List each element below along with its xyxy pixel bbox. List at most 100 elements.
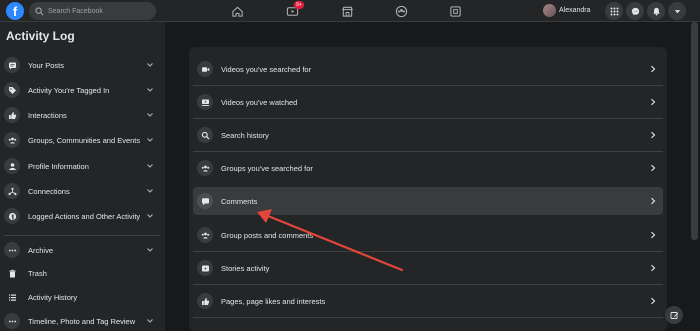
chevron-right-icon bbox=[651, 65, 656, 73]
sidebar-item-label: Interactions bbox=[28, 110, 67, 120]
connections-icon bbox=[4, 183, 20, 199]
row-divider bbox=[193, 118, 663, 119]
search-input[interactable]: Search Facebook bbox=[29, 2, 156, 20]
row-divider bbox=[193, 284, 663, 285]
comment-icon bbox=[197, 193, 213, 209]
groups-icon bbox=[4, 132, 20, 148]
facebook-logo[interactable]: f bbox=[6, 2, 24, 20]
new-message-button[interactable] bbox=[665, 306, 683, 324]
video-search-icon bbox=[197, 61, 213, 77]
trash-icon bbox=[4, 265, 20, 281]
more-icon bbox=[4, 242, 20, 258]
chevron-down-icon bbox=[147, 319, 153, 323]
like-icon bbox=[197, 293, 213, 309]
chevron-right-icon bbox=[651, 297, 656, 305]
sidebar-item-label: Connections bbox=[28, 186, 70, 196]
row-divider bbox=[193, 317, 663, 318]
row-videos-searched[interactable]: Videos you've searched for bbox=[193, 55, 663, 83]
profile-chip[interactable]: Alexandra bbox=[543, 3, 591, 18]
row-label: Pages, page likes and interests bbox=[221, 296, 326, 306]
video-watched-icon bbox=[197, 94, 213, 110]
tag-icon bbox=[4, 82, 20, 98]
sidebar-item-label: Groups, Communities and Events bbox=[28, 135, 141, 145]
sidebar-item-logged-actions[interactable]: Logged Actions and Other Activity bbox=[4, 208, 160, 224]
sidebar-item-label: Trash bbox=[28, 268, 47, 278]
home-icon[interactable] bbox=[227, 3, 247, 19]
posts-icon bbox=[4, 57, 20, 73]
groups-icon[interactable] bbox=[391, 3, 411, 19]
sidebar-item-profile-information[interactable]: Profile Information bbox=[4, 158, 160, 174]
sidebar-item-label: Timeline, Photo and Tag Review bbox=[28, 316, 136, 326]
sidebar-item-groups-communities[interactable]: Groups, Communities and Events bbox=[4, 132, 160, 148]
chevron-down-icon bbox=[147, 248, 153, 252]
sidebar-item-label: Your Posts bbox=[28, 60, 64, 70]
scrollbar[interactable] bbox=[691, 22, 698, 240]
sidebar-item-interactions[interactable]: Interactions bbox=[4, 107, 160, 123]
row-stories-activity[interactable]: Stories activity bbox=[193, 254, 663, 282]
search-icon bbox=[35, 6, 44, 15]
notifications-icon[interactable] bbox=[647, 2, 665, 20]
sidebar-item-trash[interactable]: Trash bbox=[4, 265, 160, 281]
sidebar-item-archive[interactable]: Archive bbox=[4, 242, 160, 258]
row-groups-searched[interactable]: Groups you've searched for bbox=[193, 154, 663, 182]
search-placeholder: Search Facebook bbox=[48, 7, 103, 15]
chevron-down-icon bbox=[147, 88, 153, 92]
sidebar-item-your-posts[interactable]: Your Posts bbox=[4, 57, 160, 73]
chevron-right-icon bbox=[651, 131, 656, 139]
sidebar-item-label: Activity You're Tagged In bbox=[28, 85, 110, 95]
chevron-right-icon bbox=[651, 264, 656, 272]
logged-actions-icon bbox=[4, 208, 20, 224]
account-dropdown-icon[interactable] bbox=[668, 2, 686, 20]
chevron-down-icon bbox=[147, 138, 153, 142]
row-group-posts-comments[interactable]: Group posts and comments bbox=[193, 221, 663, 249]
sidebar-item-label: Logged Actions and Other Activity bbox=[28, 211, 141, 221]
sidebar-item-timeline-review[interactable]: Timeline, Photo and Tag Review bbox=[4, 313, 160, 329]
chevron-down-icon bbox=[147, 63, 153, 67]
groups-icon bbox=[197, 227, 213, 243]
row-label: Comments bbox=[221, 196, 258, 206]
chevron-right-icon bbox=[651, 231, 656, 239]
page-title: Activity Log bbox=[6, 29, 75, 43]
row-divider bbox=[193, 151, 663, 152]
row-divider bbox=[193, 85, 663, 86]
row-label: Groups you've searched for bbox=[221, 163, 313, 173]
chevron-right-icon bbox=[651, 164, 656, 172]
avatar bbox=[543, 4, 556, 17]
groups-icon bbox=[197, 160, 213, 176]
chevron-down-icon bbox=[147, 189, 153, 193]
sidebar-divider bbox=[4, 235, 160, 236]
chevron-down-icon bbox=[147, 164, 153, 168]
menu-grid-icon[interactable] bbox=[605, 2, 623, 20]
search-icon bbox=[197, 127, 213, 143]
row-search-history[interactable]: Search history bbox=[193, 121, 663, 149]
gaming-icon[interactable] bbox=[445, 3, 465, 19]
row-label: Search history bbox=[221, 130, 269, 140]
chevron-right-icon bbox=[651, 98, 656, 106]
chevron-down-icon bbox=[147, 113, 153, 117]
messenger-icon[interactable] bbox=[626, 2, 644, 20]
stories-icon bbox=[197, 260, 213, 276]
watch-badge: 9+ bbox=[294, 1, 304, 9]
chevron-down-icon bbox=[147, 214, 153, 218]
profile-icon bbox=[4, 158, 20, 174]
sidebar-item-connections[interactable]: Connections bbox=[4, 183, 160, 199]
sidebar-item-label: Profile Information bbox=[28, 161, 89, 171]
profile-name: Alexandra bbox=[559, 7, 591, 14]
like-icon bbox=[4, 107, 20, 123]
row-label: Group posts and comments bbox=[221, 230, 314, 240]
more-icon bbox=[4, 313, 20, 329]
row-label: Videos you've watched bbox=[221, 97, 298, 107]
marketplace-icon[interactable] bbox=[337, 3, 357, 19]
sidebar-item-tagged-in[interactable]: Activity You're Tagged In bbox=[4, 82, 160, 98]
edit-icon bbox=[670, 311, 678, 319]
row-pages-likes[interactable]: Pages, page likes and interests bbox=[193, 287, 663, 315]
sidebar-item-activity-history[interactable]: Activity History bbox=[4, 289, 160, 305]
chevron-right-icon bbox=[651, 197, 656, 205]
list-icon bbox=[4, 289, 20, 305]
row-label: Videos you've searched for bbox=[221, 64, 312, 74]
row-videos-watched[interactable]: Videos you've watched bbox=[193, 88, 663, 116]
row-comments[interactable]: Comments bbox=[193, 187, 663, 215]
sidebar-item-label: Activity History bbox=[28, 292, 78, 302]
row-divider bbox=[193, 251, 663, 252]
sidebar-item-label: Archive bbox=[28, 245, 54, 255]
